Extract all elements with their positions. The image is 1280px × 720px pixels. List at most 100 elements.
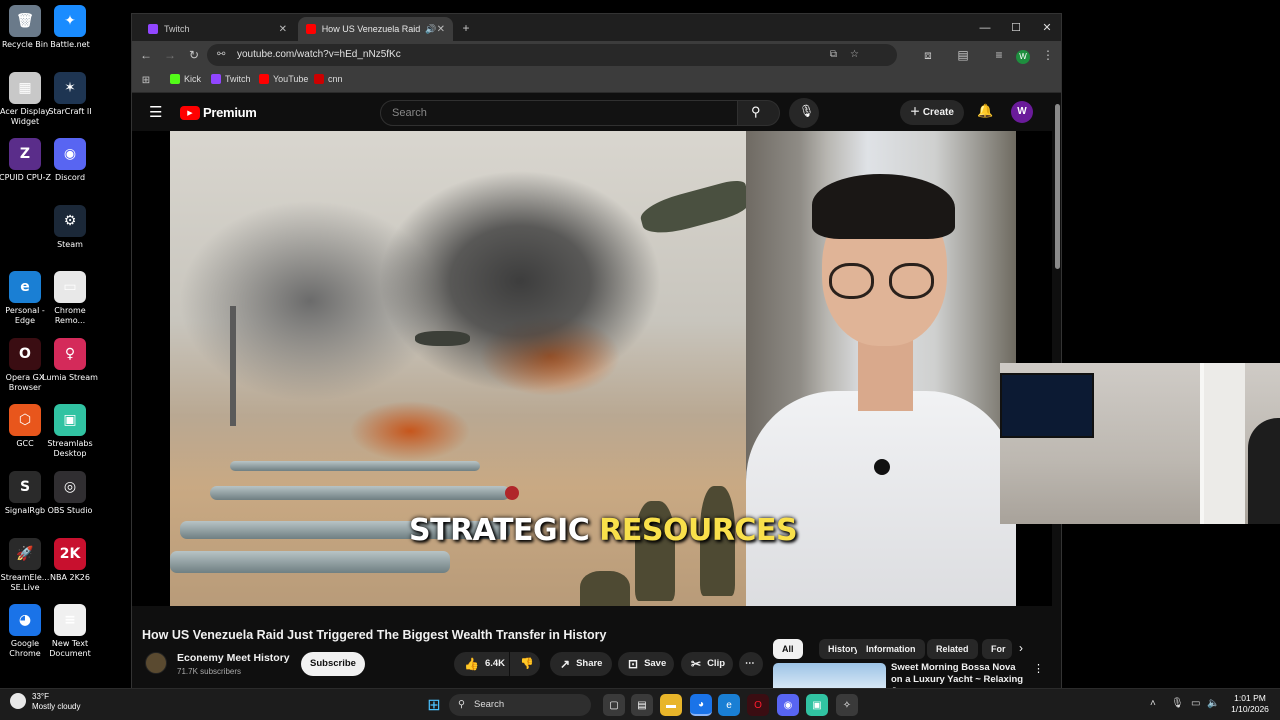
app-icon: ≡ <box>54 604 86 636</box>
bookmark-icon: ⊡ <box>628 657 639 671</box>
minimize-button[interactable]: — <box>970 18 1000 38</box>
audio-playing-icon[interactable]: 🔊 <box>425 24 436 35</box>
search-button[interactable]: ⚲ <box>738 100 780 126</box>
app-icon: ◎ <box>54 471 86 503</box>
desktop-icon[interactable]: 2K NBA 2K26 <box>39 538 101 583</box>
weather-temp: 33°F <box>32 692 49 701</box>
app-icon: 2K <box>54 538 86 570</box>
share-button[interactable]: ↗ Share <box>550 652 612 676</box>
bookmark-kick[interactable]: Kick <box>170 74 201 84</box>
profile-initial: W <box>1016 50 1030 64</box>
subscribe-button[interactable]: Subscribe <box>301 652 365 676</box>
more-actions-button[interactable]: ⋯ <box>739 652 763 676</box>
app-icon: ✶ <box>54 72 86 104</box>
clip-button[interactable]: ✂ Clip <box>681 652 733 676</box>
save-label: Save <box>644 658 667 669</box>
save-button[interactable]: ⊡ Save <box>618 652 674 676</box>
youtube-logo[interactable]: ▶ Premium <box>180 105 257 120</box>
widgets-icon[interactable]: ▤ <box>631 694 653 716</box>
side-panel-icon[interactable]: ▤ <box>953 45 973 65</box>
create-button[interactable]: ＋ Create <box>900 100 964 125</box>
bookmark-star-icon[interactable]: ☆ <box>850 44 859 66</box>
taskbar-search[interactable]: ⚲ Search <box>449 694 591 716</box>
menu-kebab-icon[interactable]: ⋮ <box>1038 45 1058 65</box>
apps-grid-icon[interactable]: ⊞ <box>136 71 156 91</box>
tab-twitch[interactable]: Twitch ✕ <box>140 17 295 41</box>
desktop-icon[interactable]: ◎ OBS Studio <box>39 471 101 516</box>
maximize-button[interactable]: ☐ <box>1001 18 1031 38</box>
profile-avatar[interactable]: W <box>1013 45 1033 65</box>
chip-information[interactable]: Information <box>857 639 925 659</box>
site-info-icon[interactable]: ⚯ <box>217 44 225 66</box>
hamburger-menu-icon[interactable]: ☰ <box>149 103 162 121</box>
microphone-tray-icon[interactable]: 🎙 <box>1171 698 1184 709</box>
bookmark-youtube[interactable]: YouTube <box>259 74 308 84</box>
desktop-icon[interactable]: ⚙ Steam <box>39 205 101 250</box>
glasses <box>889 263 934 299</box>
chrome-icon[interactable]: ◕ <box>690 694 712 716</box>
weather-widget[interactable]: 33°F Mostly cloudy <box>10 692 80 712</box>
back-arrow-icon[interactable]: ← <box>136 45 156 65</box>
chip-related[interactable]: Related <box>927 639 978 659</box>
chip-all[interactable]: All <box>773 639 803 659</box>
windows-start-icon[interactable]: ⊞ <box>423 694 445 716</box>
youtube-favicon-icon <box>259 74 269 84</box>
channel-name[interactable]: Econemy Meet History <box>177 652 290 664</box>
close-tab-icon[interactable]: ✕ <box>279 24 287 35</box>
system-clock[interactable]: 1:01 PM 1/10/2026 <box>1225 693 1275 715</box>
microphone-icon: 🎙 <box>799 104 815 118</box>
more-dots-icon: ⋯ <box>745 658 755 669</box>
network-icon[interactable]: ▭ <box>1191 698 1200 709</box>
bookmark-cnn[interactable]: cnn <box>314 74 343 84</box>
extensions-icon[interactable]: ⧈ <box>918 45 938 65</box>
bookmark-twitch[interactable]: Twitch <box>211 74 251 84</box>
search-input[interactable]: Search <box>380 100 738 126</box>
desktop-icon-label: Steam <box>57 240 83 249</box>
forward-arrow-icon[interactable]: → <box>160 45 180 65</box>
discord-icon[interactable]: ◉ <box>777 694 799 716</box>
desktop-icon[interactable]: ✶ StarCraft II <box>39 72 101 117</box>
volume-icon[interactable]: 🔈 <box>1207 698 1219 709</box>
reload-icon[interactable]: ↻ <box>184 45 204 65</box>
desktop-icon[interactable]: ✦ Battle.net <box>39 5 101 50</box>
recommendation-thumbnail[interactable] <box>773 663 886 688</box>
account-avatar[interactable]: W <box>1011 101 1033 123</box>
channel-avatar[interactable] <box>145 652 167 674</box>
recommendation-menu-icon[interactable]: ⋮ <box>1033 662 1044 675</box>
chevron-right-icon[interactable]: › <box>1019 641 1023 655</box>
desktop-icon-label: Battle.net <box>50 40 90 49</box>
streamlabs-icon[interactable]: ▣ <box>806 694 828 716</box>
edge-icon[interactable]: e <box>718 694 740 716</box>
scrollbar-thumb[interactable] <box>1055 104 1060 269</box>
desktop-icon[interactable]: ≡ New Text Document <box>39 604 101 659</box>
opera-gx-icon[interactable]: O <box>747 694 769 716</box>
desktop-icon[interactable]: ♀ Lumia Stream <box>39 338 101 383</box>
close-window-button[interactable]: ✕ <box>1032 18 1062 38</box>
reading-list-icon[interactable]: ≡ <box>989 45 1009 65</box>
new-tab-button[interactable]: + <box>456 18 476 38</box>
voice-search-button[interactable]: 🎙 <box>789 98 819 128</box>
video-player[interactable]: STRATEGIC RESOURCES <box>132 131 1052 606</box>
desktop-icon[interactable]: ◉ Discord <box>39 138 101 183</box>
like-button[interactable]: 👍 6.4K <box>454 652 509 676</box>
video-caption: STRATEGIC RESOURCES <box>409 513 798 548</box>
dislike-button[interactable]: 👎 <box>510 652 540 676</box>
app-icon: 🗑 <box>9 5 41 37</box>
install-app-icon[interactable]: ⧉ <box>830 44 837 66</box>
notifications-bell-icon[interactable]: 🔔 <box>977 103 993 119</box>
close-tab-icon[interactable]: ✕ <box>437 24 445 35</box>
file-explorer-icon[interactable]: ▬ <box>660 694 682 716</box>
chip-for-you[interactable]: For <box>982 639 1012 659</box>
address-bar[interactable]: ⚯ youtube.com/watch?v=hEd_nNz5fKc ⧉ ☆ <box>207 44 897 66</box>
url-text: youtube.com/watch?v=hEd_nNz5fKc <box>237 49 401 60</box>
plus-icon: ＋ <box>910 107 923 118</box>
tray-chevron-up-icon[interactable]: ˄ <box>1150 698 1156 709</box>
app-badge-icon[interactable]: ✧ <box>836 694 858 716</box>
task-view-icon[interactable]: ▢ <box>603 694 625 716</box>
desktop-icon[interactable]: ▣ Streamlabs Desktop <box>39 404 101 459</box>
clock-time: 1:01 PM <box>1234 693 1266 703</box>
youtube-favicon-icon <box>306 24 316 34</box>
recommendation-title[interactable]: Sweet Morning Bossa Nova on a Luxury Yac… <box>891 662 1026 688</box>
desktop-icon[interactable]: ▭ Chrome Remo... <box>39 271 101 326</box>
tab-youtube-video[interactable]: How US Venezuela Raid Ju 🔊 ✕ <box>298 17 453 41</box>
